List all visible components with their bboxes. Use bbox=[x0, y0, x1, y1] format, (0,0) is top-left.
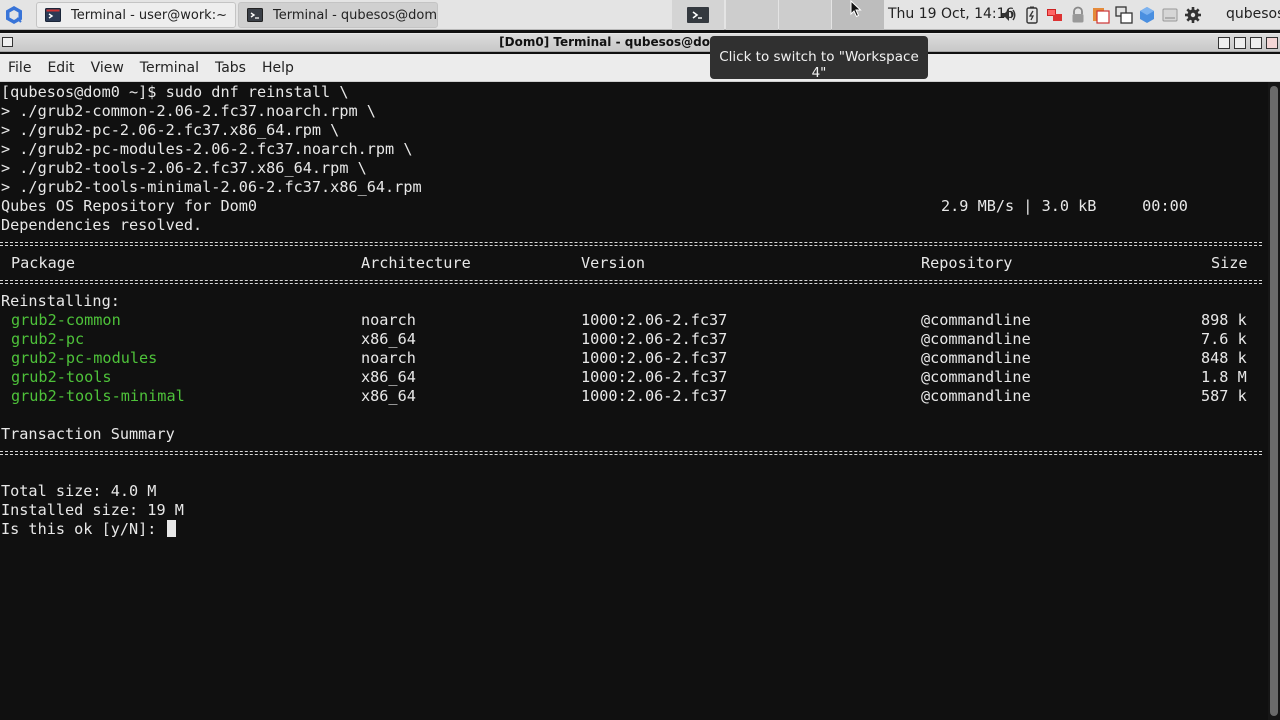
menu-terminal[interactable]: Terminal bbox=[132, 60, 207, 76]
package-version: 1000:2.06-2.fc37 bbox=[581, 387, 728, 405]
workspace-1[interactable] bbox=[672, 0, 724, 30]
scrollbar[interactable] bbox=[1268, 82, 1280, 720]
package-size: 7.6 k bbox=[1201, 330, 1247, 348]
user-menu[interactable]: qubesos bbox=[1226, 6, 1280, 22]
installed-size: Installed size: 19 M bbox=[1, 501, 184, 519]
package-name: grub2-common bbox=[11, 311, 121, 329]
prompt-text: Is this ok [y/N]: bbox=[1, 520, 166, 538]
deps-line: Dependencies resolved. bbox=[1, 216, 203, 234]
package-version: 1000:2.06-2.fc37 bbox=[581, 311, 728, 329]
taskbar-item-label: Terminal - user@work:~ bbox=[71, 7, 227, 23]
package-repo: @commandline bbox=[921, 311, 1031, 329]
clipboard-icon[interactable] bbox=[1092, 6, 1110, 24]
package-version: 1000:2.06-2.fc37 bbox=[581, 349, 728, 367]
system-tray bbox=[1000, 3, 1202, 27]
minimize-button[interactable] bbox=[1234, 37, 1246, 49]
package-repo: @commandline bbox=[921, 368, 1031, 386]
top-panel: Terminal - user@work:~ Terminal - qubeso… bbox=[0, 0, 1280, 30]
command-line: > ./grub2-common-2.06-2.fc37.noarch.rpm … bbox=[1, 102, 376, 120]
close-button[interactable] bbox=[1266, 37, 1278, 49]
menu-tabs[interactable]: Tabs bbox=[207, 60, 254, 76]
windows-icon[interactable] bbox=[1115, 6, 1133, 24]
terminal-icon bbox=[45, 8, 61, 22]
package-size: 898 k bbox=[1201, 311, 1247, 329]
column-package: Package bbox=[11, 254, 76, 272]
command-line: [qubesos@dom0 ~]$ sudo dnf reinstall \ bbox=[1, 83, 349, 101]
summary-title: Transaction Summary bbox=[1, 425, 175, 443]
package-name: grub2-pc-modules bbox=[11, 349, 158, 367]
clock[interactable]: Thu 19 Oct, 14:16 bbox=[888, 6, 1014, 22]
window-title: [Dom0] Terminal - qubesos@dom0 bbox=[499, 35, 731, 49]
command-line: > ./grub2-tools-minimal-2.06-2.fc37.x86_… bbox=[1, 178, 422, 196]
column-version: Version bbox=[581, 254, 646, 272]
total-size: Total size: 4.0 M bbox=[1, 482, 157, 500]
taskbar-item-label: Terminal - qubesos@dom... bbox=[273, 7, 438, 23]
settings-icon[interactable] bbox=[1184, 6, 1202, 24]
package-size: 1.8 M bbox=[1201, 368, 1247, 386]
separator bbox=[0, 242, 1262, 246]
workspace-3[interactable] bbox=[779, 0, 831, 30]
network-icon[interactable] bbox=[1046, 6, 1064, 24]
volume-icon[interactable] bbox=[1000, 6, 1018, 24]
mouse-pointer-icon bbox=[850, 0, 862, 18]
menubar: File Edit View Terminal Tabs Help bbox=[0, 54, 1280, 82]
column-size: Size bbox=[1211, 254, 1248, 272]
package-repo: @commandline bbox=[921, 349, 1031, 367]
maximize-button[interactable] bbox=[1250, 37, 1262, 49]
battery-icon[interactable] bbox=[1023, 6, 1041, 24]
package-size: 587 k bbox=[1201, 387, 1247, 405]
column-repository: Repository bbox=[921, 254, 1013, 272]
qube-icon[interactable] bbox=[1138, 6, 1156, 24]
separator bbox=[0, 280, 1262, 284]
menu-file[interactable]: File bbox=[0, 60, 39, 76]
menu-edit[interactable]: Edit bbox=[39, 60, 82, 76]
taskbar-item-terminal-work[interactable]: Terminal - user@work:~ bbox=[36, 2, 236, 28]
command-line: > ./grub2-tools-2.06-2.fc37.x86_64.rpm \ bbox=[1, 159, 367, 177]
package-arch: noarch bbox=[361, 311, 416, 329]
package-name: grub2-tools-minimal bbox=[11, 387, 185, 405]
qubes-menu-icon[interactable] bbox=[4, 5, 24, 25]
lock-icon[interactable] bbox=[1069, 6, 1087, 24]
menu-help[interactable]: Help bbox=[254, 60, 302, 76]
shade-button[interactable] bbox=[1218, 37, 1230, 49]
package-repo: @commandline bbox=[921, 330, 1031, 348]
confirm-prompt[interactable]: Is this ok [y/N]: bbox=[1, 520, 176, 539]
device-icon[interactable] bbox=[1161, 6, 1179, 24]
repo-line: Qubes OS Repository for Dom0 bbox=[1, 197, 258, 215]
package-arch: noarch bbox=[361, 349, 416, 367]
package-repo: @commandline bbox=[921, 387, 1031, 405]
package-arch: x86_64 bbox=[361, 330, 416, 348]
menu-view[interactable]: View bbox=[83, 60, 132, 76]
package-name: grub2-tools bbox=[11, 368, 112, 386]
window-titlebar[interactable]: [Dom0] Terminal - qubesos@dom0 bbox=[0, 33, 1280, 52]
package-version: 1000:2.06-2.fc37 bbox=[581, 330, 728, 348]
scrollbar-thumb[interactable] bbox=[1270, 86, 1278, 716]
package-arch: x86_64 bbox=[361, 368, 416, 386]
terminal-icon bbox=[687, 7, 709, 23]
package-size: 848 k bbox=[1201, 349, 1247, 367]
command-line: > ./grub2-pc-2.06-2.fc37.x86_64.rpm \ bbox=[1, 121, 340, 139]
column-architecture: Architecture bbox=[361, 254, 471, 272]
package-version: 1000:2.06-2.fc37 bbox=[581, 368, 728, 386]
package-arch: x86_64 bbox=[361, 387, 416, 405]
taskbar-item-terminal-dom0[interactable]: Terminal - qubesos@dom... bbox=[238, 2, 438, 28]
workspace-2[interactable] bbox=[726, 0, 778, 30]
repo-stats: 2.9 MB/s | 3.0 kB 00:00 bbox=[941, 197, 1188, 215]
command-line: > ./grub2-pc-modules-2.06-2.fc37.noarch.… bbox=[1, 140, 413, 158]
terminal-icon bbox=[247, 8, 263, 22]
section-label: Reinstalling: bbox=[1, 292, 120, 310]
package-name: grub2-pc bbox=[11, 330, 85, 348]
text-cursor bbox=[166, 520, 176, 537]
terminal-output[interactable]: [qubesos@dom0 ~]$ sudo dnf reinstall \ >… bbox=[0, 82, 1268, 720]
workspace-tooltip: Click to switch to "Workspace 4" bbox=[710, 36, 928, 81]
separator bbox=[0, 451, 1262, 455]
